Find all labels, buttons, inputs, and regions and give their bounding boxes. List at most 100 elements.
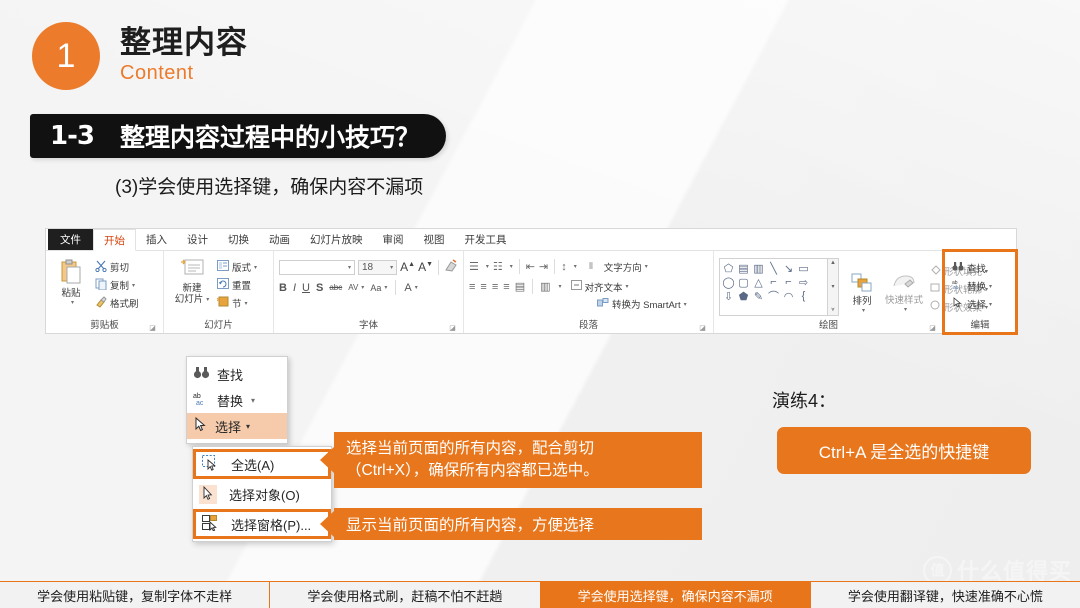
dialog-launcher-icon[interactable]: ◪ (149, 325, 156, 332)
submenu-selection-pane-item[interactable]: 选择窗格(P)... (193, 509, 331, 539)
shape-arrow-icon[interactable]: ↘ (784, 262, 793, 275)
chevron-down-icon[interactable]: ▾ (348, 264, 351, 271)
dropdown-select-item[interactable]: 选择 ▾ (187, 413, 287, 439)
dialog-launcher-icon[interactable]: ◪ (449, 325, 456, 332)
shape-trapezoid-icon[interactable]: ⬠ (724, 262, 734, 275)
section-button[interactable]: 节 ▾ (216, 294, 257, 312)
increase-indent-button[interactable]: ⇥ (539, 260, 548, 273)
replace-button[interactable]: ab ac 替换 ▾ (952, 277, 1011, 295)
bullets-button[interactable]: ☰ (469, 260, 479, 273)
quick-styles-button[interactable]: 快速样式 ▾ (883, 270, 925, 316)
tab-review[interactable]: 审阅 (373, 229, 414, 250)
shape-triangle-icon[interactable]: △ (754, 276, 762, 289)
shape-vertical-textbox-icon[interactable]: ▥ (753, 262, 763, 275)
decrease-indent-button[interactable]: ⇤ (526, 260, 535, 273)
tab-file[interactable]: 文件 (48, 229, 93, 250)
bottom-nav-item-translate[interactable]: 学会使用翻译键，快速准确不心慌 (810, 582, 1080, 608)
font-name-input[interactable]: ▾ (279, 259, 355, 275)
shape-brace-icon[interactable]: { (802, 290, 806, 302)
chevron-down-icon[interactable]: ▾ (989, 283, 992, 290)
chevron-down-icon[interactable]: ▾ (989, 301, 992, 308)
italic-button[interactable]: I (293, 282, 296, 294)
character-spacing-button[interactable]: AV (348, 283, 358, 292)
tab-animations[interactable]: 动画 (259, 229, 300, 250)
shapes-gallery[interactable]: ⬠ ▤ ▥ ╲ ↘ ▭ ◯ ▢ △ ⌐ ⌐ ⇨ ⇩ ⬟ ✎ ⌒ ◠ { (719, 258, 828, 316)
change-case-button[interactable]: Aa (370, 283, 381, 293)
chevron-down-icon[interactable]: ▾ (245, 300, 248, 307)
scroll-up-icon[interactable]: ▲ (830, 260, 836, 266)
chevron-down-icon[interactable]: ▾ (626, 283, 629, 290)
tab-developer[interactable]: 开发工具 (455, 229, 517, 250)
select-button[interactable]: 选择 ▾ (952, 295, 1011, 313)
tab-home[interactable]: 开始 (93, 229, 136, 251)
layout-button[interactable]: 版式 ▾ (217, 258, 257, 276)
chevron-down-icon[interactable]: ▾ (415, 284, 418, 291)
font-size-input[interactable]: 18 ▾ (358, 259, 398, 275)
copy-button[interactable]: 复制 ▾ (95, 276, 139, 294)
dropdown-find-item[interactable]: 查找 (187, 361, 287, 387)
bold-button[interactable]: B (279, 282, 287, 294)
submenu-select-objects-item[interactable]: 选择对象(O) (193, 479, 331, 509)
columns-button[interactable]: ▥ (540, 280, 550, 293)
font-color-button[interactable]: A (404, 282, 411, 294)
reset-button[interactable]: 重置 (217, 276, 257, 294)
cut-button[interactable]: 剪切 (95, 258, 139, 276)
dialog-launcher-icon[interactable]: ◪ (699, 325, 706, 332)
bottom-nav-item-paste[interactable]: 学会使用粘贴键，复制字体不走样 (0, 582, 271, 608)
text-shadow-button[interactable]: S (316, 282, 323, 294)
clear-formatting-icon[interactable] (444, 259, 458, 275)
chevron-down-icon[interactable]: ▾ (254, 264, 257, 271)
align-center-button[interactable]: ≡ (480, 281, 486, 293)
tab-slideshow[interactable]: 幻灯片放映 (300, 229, 373, 250)
bottom-nav-item-format-painter[interactable]: 学会使用格式刷，赶稿不怕不赶趟 (270, 582, 541, 608)
bottom-nav-item-select[interactable]: 学会使用选择键，确保内容不漏项 (540, 582, 811, 608)
grow-font-button[interactable]: A▲ (400, 260, 415, 274)
chevron-down-icon[interactable]: ▾ (645, 263, 648, 270)
chevron-down-icon[interactable]: ▾ (510, 263, 513, 270)
chevron-down-icon[interactable]: ▾ (246, 422, 250, 431)
shape-connector-icon[interactable]: ⌐ (785, 276, 791, 288)
align-right-button[interactable]: ≡ (492, 281, 498, 293)
scroll-thumb[interactable]: ▾ (831, 283, 834, 290)
chevron-down-icon[interactable]: ▾ (486, 263, 489, 270)
chevron-down-icon[interactable]: ▾ (361, 284, 364, 291)
tab-view[interactable]: 视图 (414, 229, 455, 250)
shape-pentagon-icon[interactable]: ⬟ (739, 290, 749, 303)
format-painter-button[interactable]: 格式刷 (95, 294, 139, 312)
justify-button[interactable]: ≡ (503, 281, 509, 293)
line-spacing-button[interactable]: ↕ (561, 261, 567, 273)
shape-curve-icon[interactable]: ⌒ (768, 288, 779, 304)
shapes-gallery-scrollbar[interactable]: ▲ ▾ ⩔ (828, 258, 839, 316)
find-button[interactable]: 查找 (952, 259, 1011, 277)
submenu-select-all-item[interactable]: 全选(A) (193, 449, 331, 479)
chevron-down-icon[interactable]: ▾ (862, 308, 865, 315)
shrink-font-button[interactable]: A▼ (418, 260, 433, 274)
tab-design[interactable]: 设计 (177, 229, 218, 250)
tab-insert[interactable]: 插入 (136, 229, 177, 250)
shape-rounded-rect-icon[interactable]: ▢ (738, 276, 748, 289)
chevron-down-icon[interactable]: ▾ (132, 282, 135, 289)
paste-button[interactable]: 粘贴 ▾ (51, 259, 91, 307)
shape-oval-icon[interactable]: ◯ (722, 276, 734, 289)
chevron-down-icon[interactable]: ▾ (684, 301, 687, 308)
chevron-down-icon[interactable]: ▾ (71, 300, 74, 307)
strikethrough-button[interactable]: abc (329, 283, 342, 292)
distribute-button[interactable]: ▤ (515, 280, 525, 293)
chevron-down-icon[interactable]: ▾ (206, 297, 209, 304)
new-slide-button[interactable]: 新建 幻灯片 ▾ (169, 258, 215, 306)
chevron-down-icon[interactable]: ▾ (559, 283, 562, 290)
numbering-button[interactable]: ☷ (493, 260, 503, 273)
align-left-button[interactable]: ≡ (469, 281, 475, 293)
chevron-down-icon[interactable]: ▾ (574, 263, 577, 270)
scroll-more-icon[interactable]: ⩔ (831, 307, 834, 314)
underline-button[interactable]: U (302, 282, 310, 294)
chevron-down-icon[interactable]: ▾ (384, 284, 387, 291)
shape-right-arrow-icon[interactable]: ⇨ (799, 276, 808, 289)
shape-textbox-icon[interactable]: ▤ (738, 262, 748, 275)
shape-arc-icon[interactable]: ◠ (784, 290, 794, 303)
chevron-down-icon[interactable]: ▾ (390, 264, 393, 271)
tab-transitions[interactable]: 切换 (218, 229, 259, 250)
arrange-button[interactable]: 排列 ▾ (845, 272, 879, 316)
shape-rectangle-icon[interactable]: ▭ (798, 262, 808, 275)
shape-elbow-icon[interactable]: ⌐ (770, 276, 776, 288)
